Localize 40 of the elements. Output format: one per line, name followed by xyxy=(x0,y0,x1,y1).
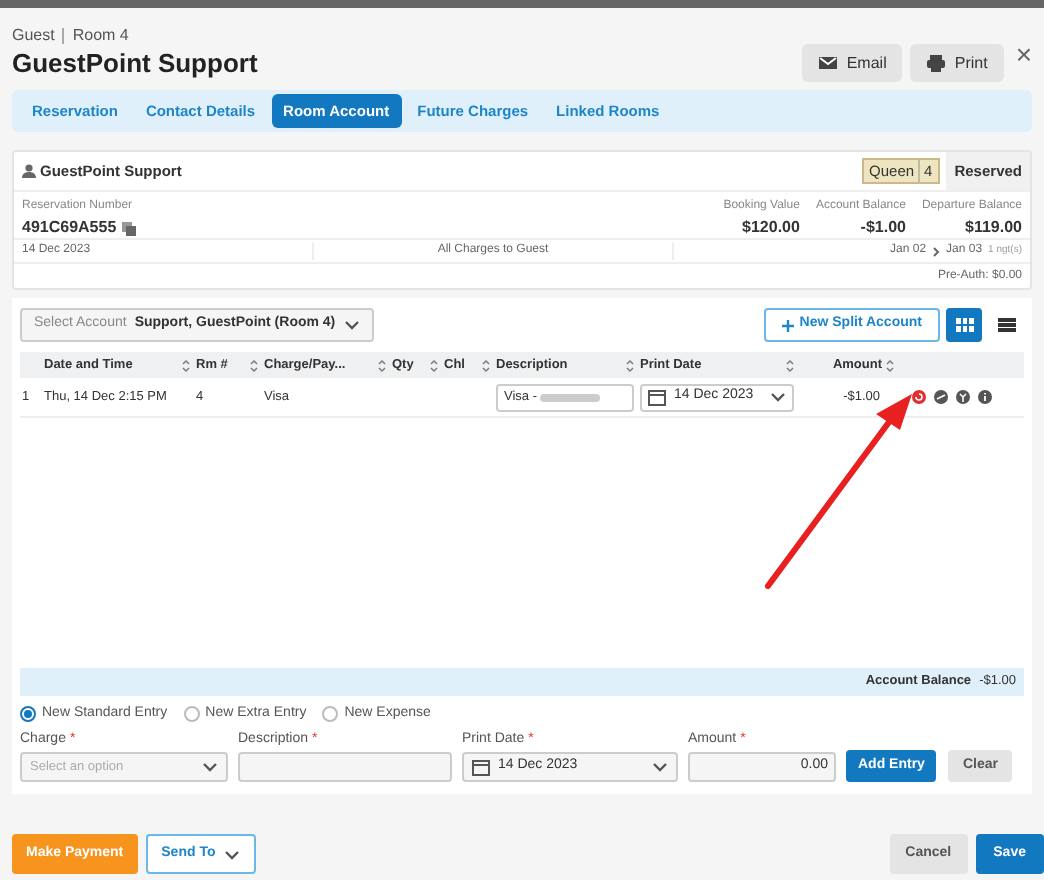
breadcrumb-text: Room 4 xyxy=(72,24,129,48)
amount-value: $120.00 xyxy=(740,216,800,240)
envelope-icon xyxy=(818,54,839,72)
copy-icon xyxy=(122,221,137,235)
amount-value: $119.00 xyxy=(963,216,1022,240)
chevron-down-icon xyxy=(770,392,786,402)
chevron-right-icon xyxy=(932,245,941,257)
grid-icon xyxy=(955,318,973,332)
sort-icon xyxy=(626,359,634,371)
email-button[interactable]: Email xyxy=(802,44,903,82)
sort-icon xyxy=(482,359,490,371)
chevron-down-icon xyxy=(202,762,218,772)
page-title: GuestPoint Support xyxy=(12,48,260,80)
calendar-icon xyxy=(648,388,666,406)
grid-view-button[interactable] xyxy=(946,308,982,342)
chevron-down-icon xyxy=(652,762,668,772)
radio-button[interactable] xyxy=(20,706,36,722)
printer-icon xyxy=(926,54,947,72)
sort-icon xyxy=(886,359,894,371)
reservation-number: 491C69A555 xyxy=(22,216,117,240)
person-icon xyxy=(22,164,36,178)
amount-value: -$1.00 xyxy=(858,216,906,240)
close-button[interactable]: × xyxy=(1015,40,1032,68)
redacted-block xyxy=(540,393,601,401)
radio-button[interactable] xyxy=(322,706,339,722)
plus-icon xyxy=(781,319,794,331)
sort-icon xyxy=(378,359,386,371)
chevron-down-icon xyxy=(343,320,360,330)
calendar-icon xyxy=(472,758,490,776)
description-input[interactable] xyxy=(238,752,452,782)
sort-icon xyxy=(182,359,190,371)
sort-icon xyxy=(430,359,438,371)
print-button[interactable]: Print xyxy=(910,44,1004,82)
breadcrumb-text: Guest xyxy=(12,24,55,48)
info-icon xyxy=(978,390,992,404)
radio-button[interactable] xyxy=(183,706,200,722)
list-icon xyxy=(997,318,1015,332)
sort-icon xyxy=(250,359,258,371)
sort-icon xyxy=(786,359,794,371)
chevron-down-icon xyxy=(223,849,240,859)
